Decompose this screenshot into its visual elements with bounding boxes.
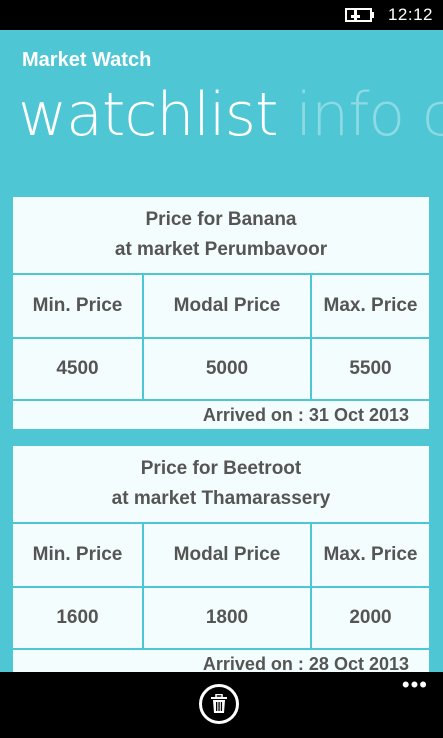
price-value-row: 1600 1800 2000	[13, 588, 429, 650]
delete-button[interactable]	[199, 684, 239, 724]
app-bar: •••	[0, 672, 443, 738]
max-price-value: 5500	[349, 358, 392, 379]
clock: 12:12	[387, 5, 433, 24]
price-card-beetroot[interactable]: Price for Beetroot at market Thamarasser…	[11, 444, 431, 672]
modal-price-header: Modal Price	[144, 275, 312, 337]
card-market: at market Thamarassery	[111, 488, 331, 509]
max-price-value: 2000	[349, 607, 392, 628]
modal-price-value: 5000	[144, 339, 312, 399]
pivot-item-info[interactable]: info c	[296, 80, 443, 150]
status-bar: 12:12	[0, 0, 443, 30]
modal-price-header: Modal Price	[144, 524, 312, 586]
min-price-value: 4500	[13, 339, 144, 399]
app-content: Market Watch watchlist info c Price for B…	[0, 30, 443, 672]
price-value-row: 4500 5000 5500	[13, 339, 429, 401]
card-commodity: Price for Banana	[145, 209, 297, 230]
card-title: Price for Beetroot at market Thamarasser…	[13, 446, 429, 524]
pivot-item-watchlist[interactable]: watchlist	[18, 80, 279, 150]
card-title: Price for Banana at market Perumbavoor	[13, 197, 429, 275]
min-price-value: 1600	[13, 588, 144, 648]
price-header-row: Min. Price Modal Price Max. Price	[13, 524, 429, 588]
trash-icon	[211, 694, 227, 713]
modal-price-value: 1800	[144, 588, 312, 648]
arrived-date: Arrived on : 28 Oct 2013	[202, 654, 409, 672]
card-market: at market Perumbavoor	[114, 239, 328, 260]
ellipsis-icon[interactable]: •••	[402, 674, 428, 696]
price-card-banana[interactable]: Price for Banana at market Perumbavoor M…	[11, 195, 431, 431]
min-price-header: Min. Price	[13, 524, 144, 586]
price-header-row: Min. Price Modal Price Max. Price	[13, 275, 429, 339]
battery-charging-icon	[345, 8, 374, 22]
max-price-header: Max. Price	[323, 544, 418, 565]
pivot-header: watchlist info c	[18, 80, 443, 150]
arrived-date: Arrived on : 31 Oct 2013	[202, 405, 409, 425]
min-price-header: Min. Price	[13, 275, 144, 337]
app-title: Market Watch	[22, 49, 152, 71]
card-commodity: Price for Beetroot	[140, 458, 302, 479]
max-price-header: Max. Price	[323, 295, 418, 316]
